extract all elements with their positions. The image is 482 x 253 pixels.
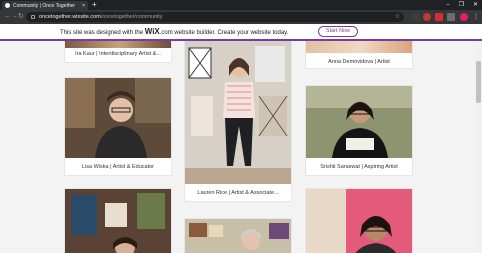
- extensions-puzzle-icon[interactable]: [447, 13, 455, 21]
- member-photo: [306, 189, 412, 253]
- bookmark-star-icon[interactable]: ☆: [395, 13, 400, 20]
- member-photo: [65, 78, 171, 158]
- member-card[interactable]: [305, 188, 413, 253]
- browser-toolbar: ← → ↻ oncetogether.wixsite.com /oncetoge…: [0, 10, 482, 24]
- member-card[interactable]: Ira Kaur | Interdisciplinary Artist &...: [64, 41, 172, 63]
- tab-close-icon[interactable]: ×: [82, 3, 85, 9]
- extension-red-icon[interactable]: [423, 13, 431, 21]
- url-host: oncetogether.wixsite.com: [39, 14, 101, 20]
- address-bar[interactable]: oncetogether.wixsite.com /oncetogether/c…: [26, 12, 404, 22]
- member-card[interactable]: [64, 188, 172, 253]
- member-photo: [65, 41, 171, 48]
- page-scrollbar[interactable]: [475, 41, 482, 253]
- start-now-button[interactable]: Start Now: [318, 26, 358, 37]
- member-caption: Srishti Saraswat | Aspiring Artist: [320, 164, 398, 170]
- window-controls: – ❐ ✕: [446, 0, 478, 10]
- member-photo: [306, 41, 412, 53]
- browser-window: Community | Once Together × + – ❐ ✕ ← → …: [0, 0, 482, 253]
- member-caption: Anna Demovidova | Artist: [328, 59, 390, 65]
- member-card[interactable]: Anna Demovidova | Artist: [305, 41, 413, 69]
- profile-avatar[interactable]: [460, 13, 468, 21]
- tab-bar: Community | Once Together × + – ❐ ✕: [0, 0, 482, 10]
- community-grid: Ira Kaur | Interdisciplinary Artist &...…: [0, 41, 475, 253]
- scrollbar-thumb[interactable]: [476, 61, 481, 103]
- banner-text: This site was designed with the WiX.com …: [60, 27, 289, 36]
- maximize-button[interactable]: ❐: [459, 0, 464, 10]
- member-caption: Ira Kaur | Interdisciplinary Artist &...: [75, 51, 161, 57]
- browser-menu-icon[interactable]: ⋮: [473, 13, 479, 21]
- wix-logo: WiX: [144, 27, 160, 36]
- forward-arrow-icon[interactable]: →: [11, 12, 18, 22]
- member-caption: Lisa Wiska | Artist & Educator: [81, 164, 155, 170]
- member-caption: Lauren Rice | Artist & Associate...: [197, 190, 279, 196]
- site-favicon-icon: [5, 3, 10, 8]
- member-photo: [185, 219, 291, 253]
- reload-icon[interactable]: ↻: [18, 12, 24, 22]
- wix-banner: This site was designed with the WiX.com …: [0, 24, 482, 39]
- tab-title: Community | Once Together: [13, 2, 76, 9]
- lock-icon: [31, 15, 35, 19]
- browser-tab[interactable]: Community | Once Together ×: [2, 1, 88, 10]
- close-window-button[interactable]: ✕: [473, 0, 478, 10]
- member-card[interactable]: Srishti Saraswat | Aspiring Artist: [305, 85, 413, 176]
- member-photo: [185, 41, 291, 184]
- back-arrow-icon[interactable]: ←: [4, 12, 11, 22]
- member-card[interactable]: Lisa Wiska | Artist & Educator: [64, 77, 172, 176]
- extension-icon[interactable]: [412, 13, 420, 21]
- url-path: /oncetogether/community: [100, 14, 163, 20]
- member-photo: [306, 86, 412, 158]
- member-card[interactable]: [184, 218, 292, 253]
- new-tab-button[interactable]: +: [92, 0, 97, 10]
- minimize-button[interactable]: –: [446, 0, 449, 10]
- member-card[interactable]: Lauren Rice | Artist & Associate...: [184, 41, 292, 202]
- member-photo: [65, 189, 171, 253]
- adblock-extension-icon[interactable]: [435, 13, 443, 21]
